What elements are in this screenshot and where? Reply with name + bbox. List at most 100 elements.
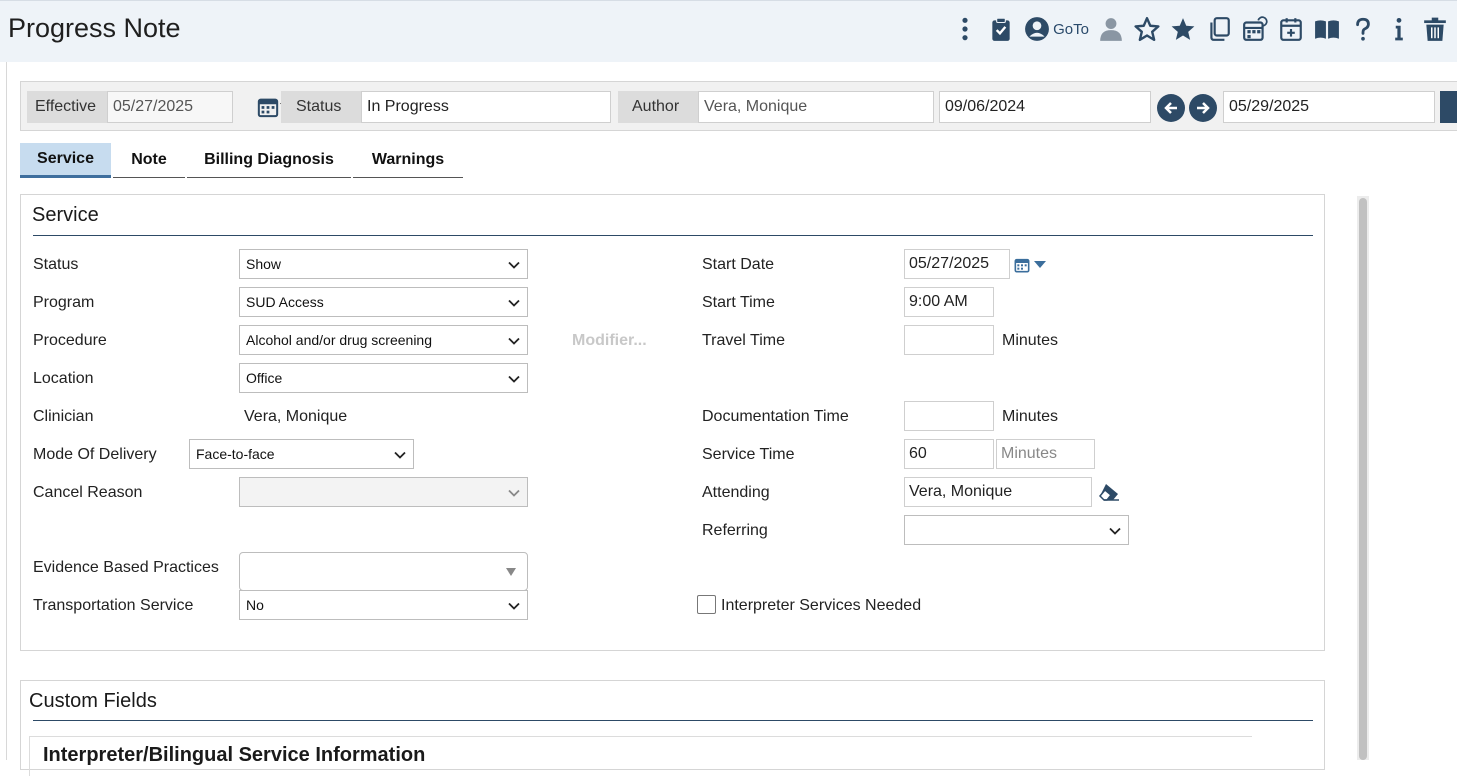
arrow-right-icon xyxy=(1197,102,1210,114)
procedure-label: Procedure xyxy=(33,332,107,349)
transportation-service-value: No xyxy=(246,597,264,613)
travel-time-unit: Minutes xyxy=(1002,332,1059,349)
tab-note[interactable]: Note xyxy=(113,143,185,178)
location-select[interactable]: Office xyxy=(239,363,528,393)
info-icon[interactable] xyxy=(1381,11,1417,47)
interpreter-info-title: Interpreter/Bilingual Service Informatio… xyxy=(43,744,426,766)
trash-icon[interactable] xyxy=(1417,11,1453,47)
calendar-plus-icon[interactable] xyxy=(1273,11,1309,47)
transportation-service-label: Transportation Service xyxy=(33,597,194,614)
travel-time-field[interactable] xyxy=(904,325,994,355)
calendar-refresh-icon[interactable] xyxy=(1237,11,1273,47)
service-time-unit-field: Minutes xyxy=(996,439,1095,469)
evidence-based-practices-label: Evidence Based Practices xyxy=(33,559,219,576)
location-label: Location xyxy=(33,370,94,387)
author-label: Author xyxy=(618,91,698,123)
procedure-select[interactable]: Alcohol and/or drug screening xyxy=(239,325,528,355)
clipboard-check-icon[interactable] xyxy=(983,11,1019,47)
clinician-value: Vera, Monique xyxy=(244,408,348,425)
start-date-calendar-button[interactable] xyxy=(1014,256,1054,274)
program-select[interactable]: SUD Access xyxy=(239,287,528,317)
start-time-label: Start Time xyxy=(702,294,775,311)
clinician-label: Clinician xyxy=(33,408,94,425)
book-open-icon[interactable] xyxy=(1309,11,1345,47)
service-status-value: Show xyxy=(246,256,282,272)
documentation-time-field[interactable] xyxy=(904,401,994,431)
service-section-title: Service xyxy=(32,204,99,226)
service-time-field[interactable]: 60 xyxy=(904,439,994,469)
attending-field[interactable]: Vera, Monique xyxy=(904,477,1092,507)
previous-arrow-button[interactable] xyxy=(1157,94,1185,122)
date-range-start-field[interactable]: 09/06/2024 xyxy=(939,91,1151,123)
toolbar: GoTo xyxy=(947,11,1453,47)
referring-label: Referring xyxy=(702,522,768,539)
service-status-select[interactable]: Show xyxy=(239,249,528,279)
documentation-time-label: Documentation Time xyxy=(702,408,849,425)
eraser-icon[interactable] xyxy=(1098,483,1120,501)
page-header: Progress Note GoTo xyxy=(0,0,1457,62)
caret-down-icon xyxy=(1034,261,1046,268)
chevron-down-icon xyxy=(508,375,520,383)
section-divider xyxy=(33,235,1313,236)
calendar-icon xyxy=(257,98,279,118)
star-filled-icon[interactable] xyxy=(1165,11,1201,47)
start-time-field[interactable]: 9:00 AM xyxy=(904,287,994,317)
custom-fields-title: Custom Fields xyxy=(29,690,157,712)
documentation-time-unit: Minutes xyxy=(1002,408,1059,425)
tab-warnings[interactable]: Warnings xyxy=(353,143,463,178)
program-value: SUD Access xyxy=(246,294,324,310)
custom-fields-panel: Custom Fields Interpreter/Bilingual Serv… xyxy=(20,680,1325,776)
tab-billing-diagnosis[interactable]: Billing Diagnosis xyxy=(187,143,351,178)
mode-of-delivery-select[interactable]: Face-to-face xyxy=(189,439,414,469)
chevron-down-icon xyxy=(508,602,520,610)
service-time-label: Service Time xyxy=(702,446,795,463)
info-bar-action-button[interactable] xyxy=(1440,91,1457,123)
goto-label[interactable]: GoTo xyxy=(1053,21,1089,38)
chevron-down-icon xyxy=(508,337,520,345)
cancel-reason-label: Cancel Reason xyxy=(33,484,143,501)
note-info-bar: Effective 05/27/2025 Status In Progress … xyxy=(20,81,1457,131)
interpreter-info-subpanel: Interpreter/Bilingual Service Informatio… xyxy=(29,736,1252,776)
transportation-service-select[interactable]: No xyxy=(239,590,528,620)
arrow-left-icon xyxy=(1164,102,1177,114)
attending-label: Attending xyxy=(702,484,770,501)
program-label: Program xyxy=(33,294,95,311)
next-arrow-button[interactable] xyxy=(1189,94,1217,122)
location-value: Office xyxy=(246,370,283,386)
calendar-icon xyxy=(1014,258,1030,273)
star-outline-icon[interactable] xyxy=(1129,11,1165,47)
service-panel: Service Status Show Program SUD Access P… xyxy=(20,194,1325,651)
copy-icon[interactable] xyxy=(1201,11,1237,47)
section-divider xyxy=(33,720,1313,721)
person-icon[interactable] xyxy=(1093,11,1129,47)
date-range-end-field[interactable]: 05/29/2025 xyxy=(1223,91,1435,123)
more-vertical-icon[interactable] xyxy=(947,11,983,47)
author-field[interactable]: Vera, Monique xyxy=(698,91,934,123)
effective-label: Effective xyxy=(27,91,107,123)
tab-bar: Service Note Billing Diagnosis Warnings xyxy=(20,143,465,179)
chevron-down-icon xyxy=(508,261,520,269)
effective-date-field[interactable]: 05/27/2025 xyxy=(107,91,233,123)
tab-service[interactable]: Service xyxy=(20,143,111,178)
chevron-down-icon xyxy=(508,489,520,497)
travel-time-label: Travel Time xyxy=(702,332,785,349)
evidence-based-practices-multiselect[interactable] xyxy=(239,552,528,591)
mode-of-delivery-label: Mode Of Delivery xyxy=(33,446,157,463)
scrollbar-thumb[interactable] xyxy=(1359,198,1367,760)
status-label: Status xyxy=(281,91,361,123)
start-date-field[interactable]: 05/27/2025 xyxy=(904,249,1010,279)
page-title: Progress Note xyxy=(8,13,181,43)
help-icon[interactable] xyxy=(1345,11,1381,47)
chevron-down-icon xyxy=(394,451,406,459)
status-field[interactable]: In Progress xyxy=(361,91,611,123)
cancel-reason-select[interactable] xyxy=(239,477,528,507)
interpreter-services-checkbox[interactable] xyxy=(697,595,716,614)
chevron-down-icon xyxy=(508,299,520,307)
referring-select[interactable] xyxy=(904,515,1129,545)
mode-of-delivery-value: Face-to-face xyxy=(196,446,275,462)
user-circle-icon[interactable] xyxy=(1019,11,1055,47)
start-date-label: Start Date xyxy=(702,256,775,273)
caret-down-icon xyxy=(506,568,516,576)
interpreter-services-label: Interpreter Services Needed xyxy=(721,597,922,614)
modifier-link[interactable]: Modifier... xyxy=(572,332,647,350)
